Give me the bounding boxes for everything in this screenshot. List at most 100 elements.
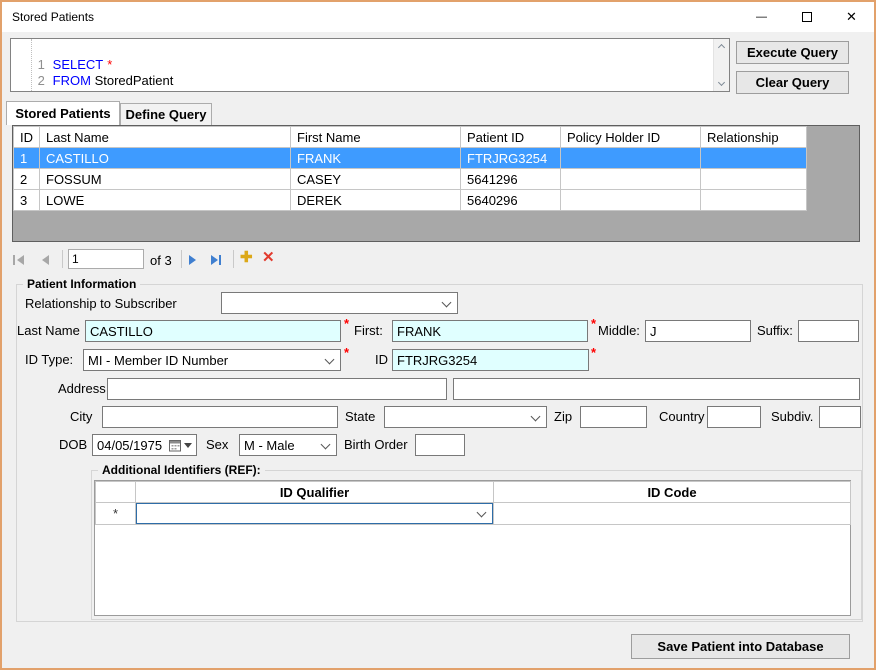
column-header[interactable]: ID	[14, 127, 40, 148]
tab-define-query[interactable]: Define Query	[120, 103, 212, 125]
relationship-label: Relationship to Subscriber	[25, 296, 177, 311]
middle-name-field[interactable]	[645, 320, 751, 342]
id-field[interactable]	[392, 349, 589, 371]
move-next-button[interactable]	[188, 253, 198, 271]
relationship-combobox[interactable]	[221, 292, 458, 314]
first-name-label: First:	[354, 323, 383, 338]
query-scrollbar[interactable]	[713, 39, 729, 91]
minimize-button[interactable]: —	[739, 2, 784, 32]
cell-last-name[interactable]: LOWE	[40, 190, 291, 211]
birth-order-label: Birth Order	[344, 437, 408, 452]
cell-id[interactable]: 3	[14, 190, 40, 211]
column-header[interactable]: Patient ID	[461, 127, 561, 148]
close-button[interactable]: ✕	[829, 2, 874, 32]
query-line-2: 2FROM StoredPatient	[11, 58, 173, 74]
last-name-field[interactable]	[85, 320, 341, 342]
record-count-label: of 3	[150, 253, 172, 268]
move-first-button[interactable]	[12, 253, 25, 271]
country-field[interactable]	[707, 406, 761, 428]
sex-combobox[interactable]: M - Male	[239, 434, 337, 456]
required-marker: *	[591, 345, 596, 360]
cell-last-name[interactable]: FOSSUM	[40, 169, 291, 190]
cell-id-qualifier[interactable]	[136, 503, 494, 525]
suffix-field[interactable]	[798, 320, 859, 342]
zip-field[interactable]	[580, 406, 647, 428]
calendar-icon	[169, 439, 181, 452]
zip-label: Zip	[554, 409, 572, 424]
move-previous-button[interactable]	[40, 253, 50, 271]
address-line1-field[interactable]	[107, 378, 447, 400]
cell-relationship[interactable]	[701, 148, 807, 169]
cell-patient-id[interactable]: FTRJRG3254	[461, 148, 561, 169]
cell-patient-id[interactable]: 5640296	[461, 190, 561, 211]
column-header[interactable]: Last Name	[40, 127, 291, 148]
cell-relationship[interactable]	[701, 169, 807, 190]
table-row[interactable]: *	[96, 503, 851, 525]
cell-relationship[interactable]	[701, 190, 807, 211]
dob-datepicker[interactable]: 04/05/1975	[92, 434, 197, 456]
subdivision-field[interactable]	[819, 406, 861, 428]
record-position-input[interactable]	[68, 249, 144, 269]
column-header[interactable]: ID Code	[494, 482, 851, 503]
cell-patient-id[interactable]: 5641296	[461, 169, 561, 190]
scroll-down-icon[interactable]	[718, 79, 725, 86]
dob-value: 04/05/1975	[97, 438, 162, 453]
city-field[interactable]	[102, 406, 338, 428]
tab-stored-patients[interactable]: Stored Patients	[6, 101, 120, 125]
cell-id[interactable]: 2	[14, 169, 40, 190]
column-header[interactable]: Relationship	[701, 127, 807, 148]
id-type-value: MI - Member ID Number	[88, 353, 322, 368]
window-title: Stored Patients	[12, 2, 94, 32]
first-name-field[interactable]	[392, 320, 588, 342]
state-combobox[interactable]	[384, 406, 547, 428]
table-row[interactable]: 3 LOWE DEREK 5640296	[14, 190, 807, 211]
move-last-button[interactable]	[210, 253, 223, 271]
table-row[interactable]: 1 CASTILLO FRANK FTRJRG3254	[14, 148, 807, 169]
cell-policy-holder-id[interactable]	[561, 148, 701, 169]
id-qualifier-combobox[interactable]	[136, 503, 493, 524]
datepicker-dropdown-button[interactable]	[166, 437, 194, 453]
cell-first-name[interactable]: FRANK	[291, 148, 461, 169]
column-header[interactable]: First Name	[291, 127, 461, 148]
close-icon: ✕	[846, 9, 857, 25]
city-label: City	[70, 409, 92, 424]
cell-policy-holder-id[interactable]	[561, 190, 701, 211]
patient-information-group: Patient Information Relationship to Subs…	[16, 284, 863, 622]
sql-query-editor[interactable]: 1SELECT* 2FROM StoredPatient	[10, 38, 730, 92]
cell-id-code[interactable]	[494, 503, 851, 525]
window-controls: — ✕	[739, 2, 874, 32]
move-next-icon	[188, 254, 198, 266]
move-first-icon	[12, 254, 25, 266]
cell-policy-holder-id[interactable]	[561, 169, 701, 190]
cell-id[interactable]: 1	[14, 148, 40, 169]
delete-record-button[interactable]: ✕	[262, 250, 275, 265]
id-type-label: ID Type:	[25, 352, 73, 367]
chevron-down-icon	[321, 440, 331, 450]
additional-identifiers-group: Additional Identifiers (REF): ID Qualifi…	[91, 470, 862, 620]
execute-query-button[interactable]: Execute Query	[736, 41, 849, 64]
patients-table: ID Last Name First Name Patient ID Polic…	[13, 126, 807, 211]
address-line2-field[interactable]	[453, 378, 860, 400]
save-patient-button[interactable]: Save Patient into Database	[631, 634, 850, 659]
scroll-up-icon[interactable]	[718, 44, 725, 51]
add-record-button[interactable]: ✚	[240, 250, 253, 265]
cell-last-name[interactable]: CASTILLO	[40, 148, 291, 169]
required-marker: *	[591, 316, 596, 331]
clear-query-button[interactable]: Clear Query	[736, 71, 849, 94]
toolbar-separator	[62, 250, 63, 268]
maximize-button[interactable]	[784, 2, 829, 32]
middle-name-label: Middle:	[598, 323, 640, 338]
column-header[interactable]: Policy Holder ID	[561, 127, 701, 148]
cell-first-name[interactable]: CASEY	[291, 169, 461, 190]
row-header-column	[96, 482, 136, 503]
dob-label: DOB	[59, 437, 87, 452]
cell-first-name[interactable]: DEREK	[291, 190, 461, 211]
column-header[interactable]: ID Qualifier	[136, 482, 494, 503]
sql-keyword: FROM	[53, 73, 91, 88]
birth-order-field[interactable]	[415, 434, 465, 456]
suffix-label: Suffix:	[757, 323, 793, 338]
table-row[interactable]: 2 FOSSUM CASEY 5641296	[14, 169, 807, 190]
move-previous-icon	[40, 254, 50, 266]
patients-grid-panel: ID Last Name First Name Patient ID Polic…	[12, 125, 860, 242]
id-type-combobox[interactable]: MI - Member ID Number	[83, 349, 341, 371]
